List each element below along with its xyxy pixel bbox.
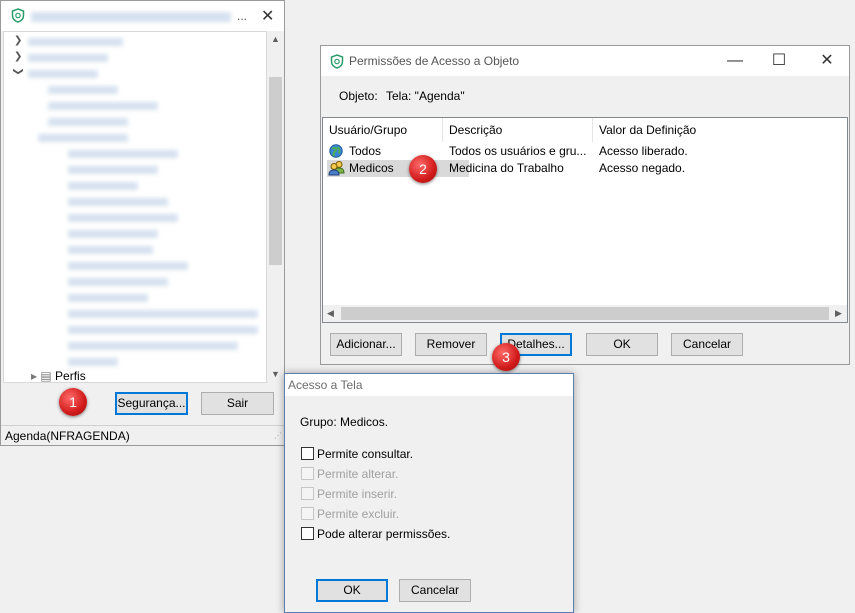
tree-vertical-scrollbar[interactable]: ▲ ▼ [267,31,284,383]
access-titlebar[interactable]: Acesso a Tela [285,374,573,396]
blurred-tree-item [48,102,158,110]
remove-button[interactable]: Remover [415,333,487,356]
tree-view[interactable]: ❯ ❯ ❯ [3,31,267,383]
row-description: Todos os usuários e gru... [449,144,587,158]
ok-button[interactable]: OK [586,333,658,356]
list-header: Usuário/Grupo Descrição Valor da Definiç… [323,118,847,142]
scroll-down-arrow-icon[interactable]: ▼ [271,369,280,379]
step-badge-1: 1 [59,388,87,416]
checkbox-insert [301,487,314,500]
permissions-list[interactable]: Usuário/Grupo Descrição Valor da Definiç… [322,117,848,323]
scrollbar-thumb[interactable] [269,77,282,265]
cancel-button[interactable]: Cancelar [671,333,743,356]
step-badge-2: 2 [409,155,437,183]
checkbox-view-label[interactable]: Permite consultar. [317,447,413,461]
resize-grip-icon[interactable]: ⋰ [274,431,282,440]
minimize-icon[interactable]: — [713,46,757,75]
globe-icon [329,144,343,161]
row-name: Todos [349,144,382,158]
blurred-tree-item [68,198,168,206]
cancel-button[interactable]: Cancelar [399,579,471,602]
tree-window-title: ... [237,9,248,23]
tree-window-titlebar[interactable]: ... ✕ [1,1,284,31]
blurred-tree-item [68,214,178,222]
blurred-tree-item [28,70,98,78]
row-name: Medicos [349,161,394,175]
close-icon[interactable]: ✕ [805,46,849,75]
blurred-tree-item [68,358,118,366]
horizontal-scrollbar[interactable]: ◀ ▶ [323,305,847,322]
column-header-value[interactable]: Valor da Definição [593,118,847,142]
blurred-tree-item [68,294,148,302]
blurred-tree-item [68,166,158,174]
object-value: Tela: "Agenda" [386,89,465,103]
status-text: Agenda(NFRAGENDA) [5,429,130,443]
blurred-tree-item [68,326,258,334]
maximize-icon[interactable]: ☐ [757,46,801,75]
row-description: Medicina do Trabalho [449,161,564,175]
chevron-right-icon[interactable]: ❯ [14,35,22,46]
blurred-tree-item [68,278,168,286]
column-header-description[interactable]: Descrição [443,118,593,142]
access-title: Acesso a Tela [288,378,363,392]
blurred-tree-item [28,38,123,46]
scroll-right-arrow-icon[interactable]: ▶ [835,308,842,319]
exit-button[interactable]: Sair [201,392,274,415]
blurred-tree-item [38,134,128,142]
blurred-tree-item [68,262,188,270]
object-label: Objeto: [339,89,378,103]
checkbox-view[interactable] [301,447,314,460]
blurred-tree-item [68,342,238,350]
checkbox-change-permissions[interactable] [301,527,314,540]
blurred-tree-item [28,54,108,62]
scroll-left-arrow-icon[interactable]: ◀ [327,308,334,319]
blurred-tree-item [68,230,158,238]
checkbox-edit [301,467,314,480]
blurred-tree-item [48,86,118,94]
app-shield-icon [11,8,25,26]
checkbox-insert-label: Permite inserir. [317,487,398,501]
blurred-tree-item [68,310,258,318]
checkbox-delete-label: Permite excluir. [317,507,400,521]
group-label: Grupo: Medicos. [300,415,389,429]
permissions-titlebar[interactable]: Permissões de Acesso a Objeto — ☐ ✕ [321,46,849,76]
step-badge-3: 3 [492,343,520,371]
tree-partial-item: ▸ ▤ Perfis [31,369,86,383]
chevron-down-icon[interactable]: ❯ [13,67,24,75]
scrollbar-thumb[interactable] [341,307,829,320]
close-icon[interactable]: ✕ [261,6,274,26]
checkbox-change-permissions-label[interactable]: Pode alterar permissões. [317,527,450,541]
folder-icon: ▸ ▤ [31,369,52,383]
user-group-icon [328,160,345,179]
table-row-selected[interactable]: Medicos Medicina do Trabalho Acesso nega… [323,160,847,177]
status-bar: Agenda(NFRAGENDA) ⋰ [1,425,284,445]
blurred-tree-item [68,246,153,254]
security-button[interactable]: Segurança... [115,392,188,415]
row-value: Acesso negado. [599,161,686,175]
blurred-tree-item [68,150,178,158]
add-button[interactable]: Adicionar... [330,333,402,356]
column-header-user-group[interactable]: Usuário/Grupo [323,118,443,142]
blurred-tree-item [48,118,128,126]
tree-window: ... ✕ ❯ ❯ ❯ ▲ ▼ ▸ ▤ Perfis 1 Segurança..… [0,0,285,446]
checkbox-delete [301,507,314,520]
scroll-up-arrow-icon[interactable]: ▲ [271,34,280,44]
access-dialog: Acesso a Tela Grupo: Medicos. Permite co… [284,373,574,613]
checkbox-edit-label: Permite alterar. [317,467,399,481]
app-shield-icon [330,54,344,72]
chevron-right-icon[interactable]: ❯ [14,51,22,62]
permissions-dialog: Permissões de Acesso a Objeto — ☐ ✕ Obje… [320,45,850,365]
table-row[interactable]: Todos Todos os usuários e gru... Acesso … [323,143,847,160]
blurred-tree-item [68,182,138,190]
row-value: Acesso liberado. [599,144,688,158]
ok-button[interactable]: OK [316,579,388,602]
blurred-title [31,12,231,22]
tree-partial-label: Perfis [55,369,86,383]
permissions-title: Permissões de Acesso a Objeto [349,54,520,68]
